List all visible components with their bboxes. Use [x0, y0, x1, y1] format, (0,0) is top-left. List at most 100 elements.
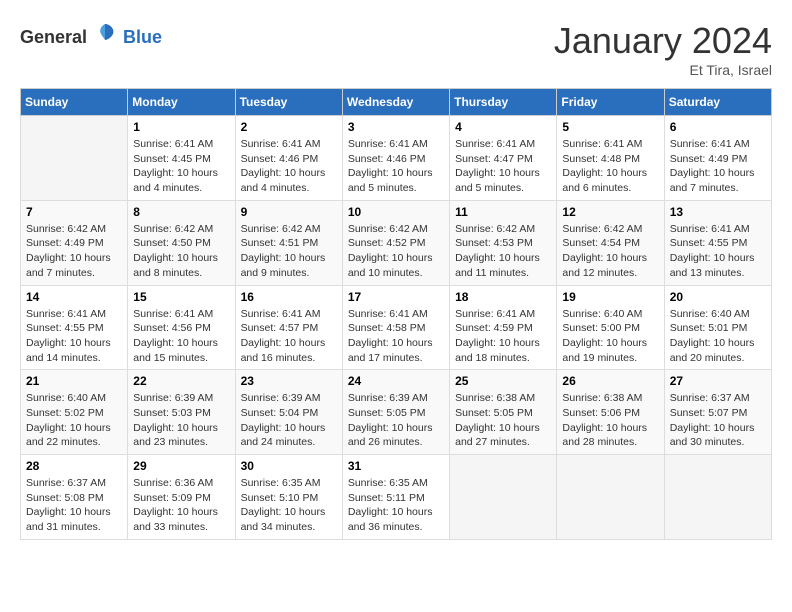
- calendar-cell: 23Sunrise: 6:39 AMSunset: 5:04 PMDayligh…: [235, 370, 342, 455]
- day-info: Sunrise: 6:35 AMSunset: 5:10 PMDaylight:…: [241, 476, 337, 535]
- column-header-tuesday: Tuesday: [235, 89, 342, 116]
- calendar-cell: 25 Sunrise: 6:38 AMSunset: 5:05 PMDayligh…: [450, 370, 557, 455]
- day-number: 26: [562, 374, 658, 388]
- day-info: Sunrise: 6:42 AMSunset: 4:53 PMDaylight:…: [455, 222, 551, 281]
- day-number: 19: [562, 290, 658, 304]
- day-info: Sunrise: 6:41 AMSunset: 4:47 PMDaylight:…: [455, 137, 551, 196]
- calendar-cell: 12 Sunrise: 6:42 AMSunset: 4:54 PMDayligh…: [557, 200, 664, 285]
- calendar-cell: 17Sunrise: 6:41 AMSunset: 4:58 PMDayligh…: [342, 285, 449, 370]
- calendar-table: SundayMondayTuesdayWednesdayThursdayFrid…: [20, 88, 772, 540]
- calendar-cell: 15Sunrise: 6:41 AMSunset: 4:56 PMDayligh…: [128, 285, 235, 370]
- day-info: Sunrise: 6:35 AMSunset: 5:11 PMDaylight:…: [348, 476, 444, 535]
- day-number: 30: [241, 459, 337, 473]
- calendar-cell: 27 Sunrise: 6:37 AMSunset: 5:07 PMDayligh…: [664, 370, 771, 455]
- logo: General Blue: [20, 20, 162, 54]
- day-number: 16: [241, 290, 337, 304]
- day-number: 29: [133, 459, 229, 473]
- day-number: 11: [455, 205, 551, 219]
- day-info: Sunrise: 6:39 AMSunset: 5:03 PMDaylight:…: [133, 391, 229, 450]
- calendar-cell: 21Sunrise: 6:40 AMSunset: 5:02 PMDayligh…: [21, 370, 128, 455]
- day-info: Sunrise: 6:42 AMSunset: 4:54 PMDaylight:…: [562, 222, 658, 281]
- calendar-cell: 4Sunrise: 6:41 AMSunset: 4:47 PMDaylight…: [450, 116, 557, 201]
- calendar-cell: 22 Sunrise: 6:39 AMSunset: 5:03 PMDayligh…: [128, 370, 235, 455]
- column-header-thursday: Thursday: [450, 89, 557, 116]
- day-number: 27: [670, 374, 766, 388]
- day-number: 6: [670, 120, 766, 134]
- title-block: January 2024 Et Tira, Israel: [554, 20, 772, 78]
- logo-general: General: [20, 27, 87, 48]
- calendar-cell: 11 Sunrise: 6:42 AMSunset: 4:53 PMDayligh…: [450, 200, 557, 285]
- day-number: 17: [348, 290, 444, 304]
- day-info: Sunrise: 6:41 AMSunset: 4:45 PMDaylight:…: [133, 137, 229, 196]
- calendar-cell: 19Sunrise: 6:40 AMSunset: 5:00 PMDayligh…: [557, 285, 664, 370]
- day-info: Sunrise: 6:41 AMSunset: 4:46 PMDaylight:…: [348, 137, 444, 196]
- month-title: January 2024: [554, 20, 772, 62]
- calendar-cell: 5 Sunrise: 6:41 AMSunset: 4:48 PMDaylight…: [557, 116, 664, 201]
- day-number: 7: [26, 205, 122, 219]
- day-info: Sunrise: 6:41 AMSunset: 4:49 PMDaylight:…: [670, 137, 766, 196]
- day-info: Sunrise: 6:42 AMSunset: 4:52 PMDaylight:…: [348, 222, 444, 281]
- page-header: General Blue January 2024 Et Tira, Israe…: [20, 20, 772, 78]
- logo-bird-icon: [91, 20, 119, 54]
- day-number: 1: [133, 120, 229, 134]
- day-number: 22: [133, 374, 229, 388]
- calendar-cell: 7 Sunrise: 6:42 AMSunset: 4:49 PMDaylight…: [21, 200, 128, 285]
- day-info: Sunrise: 6:42 AMSunset: 4:49 PMDaylight:…: [26, 222, 122, 281]
- day-info: Sunrise: 6:39 AMSunset: 5:05 PMDaylight:…: [348, 391, 444, 450]
- day-number: 9: [241, 205, 337, 219]
- calendar-week-4: 21Sunrise: 6:40 AMSunset: 5:02 PMDayligh…: [21, 370, 772, 455]
- calendar-cell: 3 Sunrise: 6:41 AMSunset: 4:46 PMDaylight…: [342, 116, 449, 201]
- calendar-week-2: 7 Sunrise: 6:42 AMSunset: 4:49 PMDaylight…: [21, 200, 772, 285]
- day-info: Sunrise: 6:41 AMSunset: 4:48 PMDaylight:…: [562, 137, 658, 196]
- calendar-cell: [450, 455, 557, 540]
- calendar-cell: [21, 116, 128, 201]
- calendar-cell: 13Sunrise: 6:41 AMSunset: 4:55 PMDayligh…: [664, 200, 771, 285]
- calendar-cell: 8Sunrise: 6:42 AMSunset: 4:50 PMDaylight…: [128, 200, 235, 285]
- day-number: 10: [348, 205, 444, 219]
- column-header-friday: Friday: [557, 89, 664, 116]
- day-number: 14: [26, 290, 122, 304]
- day-info: Sunrise: 6:36 AMSunset: 5:09 PMDaylight:…: [133, 476, 229, 535]
- day-info: Sunrise: 6:41 AMSunset: 4:59 PMDaylight:…: [455, 307, 551, 366]
- calendar-body: 1 Sunrise: 6:41 AMSunset: 4:45 PMDaylight…: [21, 116, 772, 540]
- calendar-cell: [557, 455, 664, 540]
- day-number: 31: [348, 459, 444, 473]
- column-header-wednesday: Wednesday: [342, 89, 449, 116]
- column-header-sunday: Sunday: [21, 89, 128, 116]
- logo-blue: Blue: [123, 27, 162, 48]
- day-number: 18: [455, 290, 551, 304]
- day-info: Sunrise: 6:41 AMSunset: 4:46 PMDaylight:…: [241, 137, 337, 196]
- calendar-cell: 20 Sunrise: 6:40 AMSunset: 5:01 PMDayligh…: [664, 285, 771, 370]
- day-number: 20: [670, 290, 766, 304]
- calendar-cell: 31 Sunrise: 6:35 AMSunset: 5:11 PMDayligh…: [342, 455, 449, 540]
- calendar-cell: 2 Sunrise: 6:41 AMSunset: 4:46 PMDaylight…: [235, 116, 342, 201]
- day-number: 2: [241, 120, 337, 134]
- calendar-week-3: 14Sunrise: 6:41 AMSunset: 4:55 PMDayligh…: [21, 285, 772, 370]
- calendar-cell: 16 Sunrise: 6:41 AMSunset: 4:57 PMDayligh…: [235, 285, 342, 370]
- day-info: Sunrise: 6:41 AMSunset: 4:57 PMDaylight:…: [241, 307, 337, 366]
- day-number: 21: [26, 374, 122, 388]
- day-number: 13: [670, 205, 766, 219]
- day-number: 24: [348, 374, 444, 388]
- calendar-cell: 24 Sunrise: 6:39 AMSunset: 5:05 PMDayligh…: [342, 370, 449, 455]
- day-info: Sunrise: 6:41 AMSunset: 4:56 PMDaylight:…: [133, 307, 229, 366]
- day-number: 5: [562, 120, 658, 134]
- day-info: Sunrise: 6:38 AMSunset: 5:05 PMDaylight:…: [455, 391, 551, 450]
- day-info: Sunrise: 6:37 AMSunset: 5:07 PMDaylight:…: [670, 391, 766, 450]
- calendar-cell: 6 Sunrise: 6:41 AMSunset: 4:49 PMDaylight…: [664, 116, 771, 201]
- day-info: Sunrise: 6:37 AMSunset: 5:08 PMDaylight:…: [26, 476, 122, 535]
- calendar-header: SundayMondayTuesdayWednesdayThursdayFrid…: [21, 89, 772, 116]
- calendar-cell: 18 Sunrise: 6:41 AMSunset: 4:59 PMDayligh…: [450, 285, 557, 370]
- day-info: Sunrise: 6:39 AMSunset: 5:04 PMDaylight:…: [241, 391, 337, 450]
- calendar-cell: 9 Sunrise: 6:42 AMSunset: 4:51 PMDaylight…: [235, 200, 342, 285]
- day-number: 3: [348, 120, 444, 134]
- column-header-monday: Monday: [128, 89, 235, 116]
- day-number: 12: [562, 205, 658, 219]
- calendar-cell: 14Sunrise: 6:41 AMSunset: 4:55 PMDayligh…: [21, 285, 128, 370]
- calendar-cell: 26Sunrise: 6:38 AMSunset: 5:06 PMDayligh…: [557, 370, 664, 455]
- day-number: 25: [455, 374, 551, 388]
- day-number: 8: [133, 205, 229, 219]
- day-info: Sunrise: 6:42 AMSunset: 4:51 PMDaylight:…: [241, 222, 337, 281]
- calendar-cell: [664, 455, 771, 540]
- day-info: Sunrise: 6:40 AMSunset: 5:01 PMDaylight:…: [670, 307, 766, 366]
